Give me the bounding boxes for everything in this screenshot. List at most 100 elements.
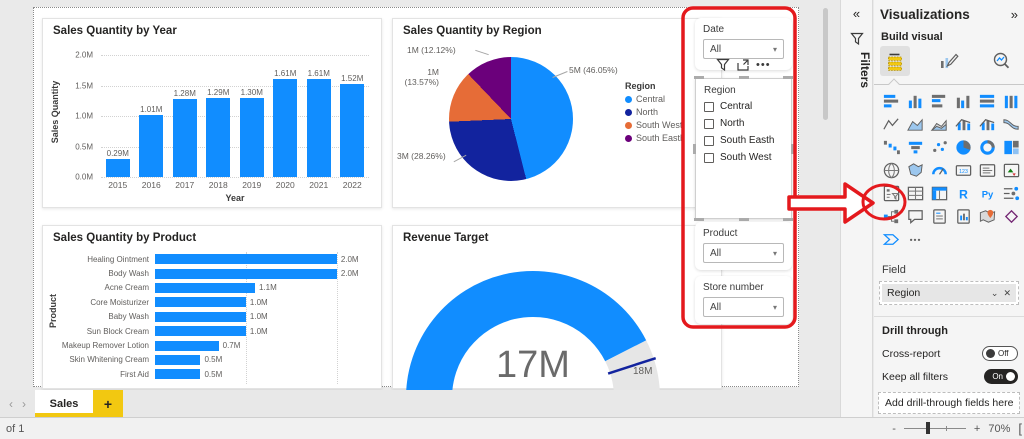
stacked-area-chart-icon[interactable] bbox=[927, 115, 951, 134]
gauge-icon[interactable] bbox=[927, 161, 951, 180]
table-icon[interactable] bbox=[903, 184, 927, 203]
year-bar[interactable] bbox=[173, 99, 197, 177]
drill-through-fields-dropzone[interactable]: Add drill-through fields here bbox=[878, 392, 1020, 414]
year-bar[interactable] bbox=[106, 159, 130, 177]
product-bar-row[interactable]: Acne Cream1.1M bbox=[57, 281, 375, 295]
funnel-chart-icon[interactable] bbox=[903, 138, 927, 157]
line-chart-icon[interactable] bbox=[879, 115, 903, 134]
cross-report-toggle[interactable]: Off bbox=[982, 346, 1018, 361]
visual-sales-quantity-by-product[interactable]: Sales Quantity by Product Product Healin… bbox=[42, 225, 382, 389]
year-bar[interactable] bbox=[206, 98, 230, 177]
chevron-down-icon[interactable]: ⌄ bbox=[991, 288, 999, 299]
year-bar[interactable] bbox=[139, 115, 163, 177]
power-apps-icon[interactable] bbox=[999, 207, 1023, 226]
product-bar[interactable] bbox=[155, 326, 246, 336]
selection-handle[interactable] bbox=[783, 76, 793, 79]
100-stacked-column-chart-icon[interactable] bbox=[999, 92, 1023, 111]
field-pill-region[interactable]: Region ⌄ ✕ bbox=[882, 284, 1016, 302]
product-bar[interactable] bbox=[155, 355, 200, 365]
treemap-icon[interactable] bbox=[999, 138, 1023, 157]
zoom-slider-thumb[interactable] bbox=[926, 422, 930, 434]
next-page-icon[interactable]: › bbox=[22, 397, 26, 411]
store-number-dropdown[interactable]: All ▾ bbox=[703, 297, 784, 317]
python-visual-icon[interactable]: Py bbox=[975, 184, 999, 203]
previous-page-icon[interactable]: ‹ bbox=[9, 397, 13, 411]
checkbox-icon[interactable] bbox=[704, 102, 714, 112]
legend-item[interactable]: North bbox=[625, 107, 685, 117]
selection-handle[interactable] bbox=[739, 76, 749, 79]
more-options-icon[interactable]: ••• bbox=[903, 230, 927, 249]
slicer-icon[interactable] bbox=[879, 184, 903, 203]
selection-handle[interactable] bbox=[739, 218, 749, 221]
product-bar-row[interactable]: Healing Ointment2.0M bbox=[57, 252, 375, 266]
collapse-pane-icon[interactable]: » bbox=[1011, 7, 1018, 22]
legend-item[interactable]: South West bbox=[625, 120, 685, 130]
map-icon[interactable] bbox=[879, 161, 903, 180]
ribbon-chart-icon[interactable] bbox=[999, 115, 1023, 134]
decomposition-tree-icon[interactable] bbox=[879, 207, 903, 226]
year-bar[interactable] bbox=[273, 79, 297, 177]
stacked-bar-chart-icon[interactable] bbox=[879, 92, 903, 111]
year-bar[interactable] bbox=[340, 84, 364, 177]
selection-handle[interactable] bbox=[694, 76, 704, 79]
product-bar-row[interactable]: Makeup Remover Lotion0.7M bbox=[57, 338, 375, 352]
field-well[interactable]: Region ⌄ ✕ bbox=[879, 281, 1019, 305]
legend-item[interactable]: Central bbox=[625, 94, 685, 104]
product-bar-row[interactable]: Body Wash2.0M bbox=[57, 266, 375, 280]
tab-build-visual[interactable] bbox=[880, 46, 910, 76]
visual-revenue-target[interactable]: Revenue Target 17M 18M bbox=[392, 225, 722, 389]
power-automate-icon[interactable] bbox=[879, 230, 903, 249]
bar-column[interactable]: 1.61M bbox=[302, 55, 336, 177]
line-and-clustered-column-chart-icon[interactable] bbox=[975, 115, 999, 134]
product-bar-row[interactable]: First Aid0.5M bbox=[57, 367, 375, 381]
scatter-chart-icon[interactable] bbox=[927, 138, 951, 157]
matrix-icon[interactable] bbox=[927, 184, 951, 203]
keep-all-filters-toggle[interactable]: On bbox=[984, 369, 1018, 384]
legend-item[interactable]: South Easth bbox=[625, 133, 685, 143]
product-bar-row[interactable]: Skin Whitening Cream0.5M bbox=[57, 353, 375, 367]
checkbox-icon[interactable] bbox=[704, 153, 714, 163]
key-influencers-icon[interactable] bbox=[999, 184, 1023, 203]
pie-chart-icon[interactable] bbox=[951, 138, 975, 157]
smart-narrative-icon[interactable] bbox=[927, 207, 951, 226]
product-bar[interactable] bbox=[155, 254, 337, 264]
bar-column[interactable]: 1.29M bbox=[202, 55, 236, 177]
date-dropdown[interactable]: All ▾ bbox=[703, 39, 784, 59]
product-bar-row[interactable]: Baby Wash1.0M bbox=[57, 310, 375, 324]
product-bar[interactable] bbox=[155, 269, 337, 279]
product-bar-row[interactable]: Sun Block Cream1.0M bbox=[57, 324, 375, 338]
r-script-visual-icon[interactable]: R bbox=[951, 184, 975, 203]
kpi-icon[interactable] bbox=[999, 161, 1023, 180]
clustered-bar-chart-icon[interactable] bbox=[927, 92, 951, 111]
expand-filters-icon[interactable]: « bbox=[841, 6, 872, 21]
canvas-scrollbar[interactable] bbox=[823, 8, 828, 120]
slicer-product[interactable]: Product All ▾ bbox=[695, 222, 792, 270]
page-tab-sales[interactable]: Sales bbox=[35, 390, 93, 417]
visual-sales-quantity-by-region[interactable]: Sales Quantity by Region Region CentralN… bbox=[392, 18, 722, 208]
checkbox-icon[interactable] bbox=[704, 136, 714, 146]
clustered-column-chart-icon[interactable] bbox=[951, 92, 975, 111]
product-bar[interactable] bbox=[155, 341, 219, 351]
bar-column[interactable]: 1.01M bbox=[135, 55, 169, 177]
donut-chart-icon[interactable] bbox=[975, 138, 999, 157]
paginated-report-icon[interactable] bbox=[951, 207, 975, 226]
card-icon[interactable]: 123 bbox=[951, 161, 975, 180]
filled-map-icon[interactable] bbox=[903, 161, 927, 180]
selection-handle[interactable] bbox=[693, 144, 696, 154]
product-bar[interactable] bbox=[155, 283, 255, 293]
zoom-slider[interactable] bbox=[904, 428, 966, 429]
focus-mode-icon[interactable] bbox=[736, 58, 750, 72]
region-checkbox-item[interactable]: North bbox=[696, 115, 791, 132]
region-checkbox-item[interactable]: Central bbox=[696, 98, 791, 115]
stacked-column-chart-icon[interactable] bbox=[903, 92, 927, 111]
tab-analytics[interactable] bbox=[986, 46, 1016, 76]
slicer-store-number[interactable]: Store number All ▾ bbox=[695, 276, 792, 324]
selection-handle[interactable] bbox=[791, 144, 794, 154]
more-options-icon[interactable]: ••• bbox=[756, 60, 771, 70]
bar-column[interactable]: 1.28M bbox=[168, 55, 202, 177]
region-checkbox-item[interactable]: South Easth bbox=[696, 132, 791, 149]
new-page-button[interactable]: + bbox=[93, 390, 123, 417]
line-and-stacked-column-chart-icon[interactable] bbox=[951, 115, 975, 134]
year-bar[interactable] bbox=[307, 79, 331, 177]
bar-column[interactable]: 0.29M bbox=[101, 55, 135, 177]
